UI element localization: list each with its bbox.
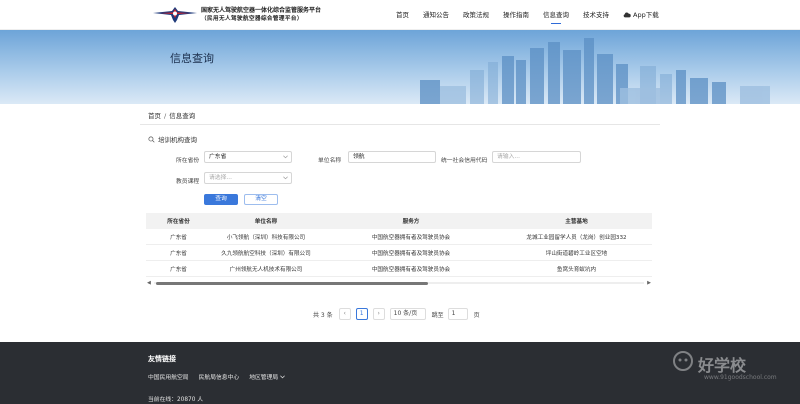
unit-input-value: 领航: [353, 154, 365, 160]
table-horizontal-scrollbar[interactable]: ◀ ▶: [146, 280, 652, 286]
total-count: 共 3 条: [313, 311, 333, 319]
section-title-text: 培训机构查询: [158, 136, 197, 144]
nav-item[interactable]: 操作指南: [503, 0, 529, 30]
footer-title: 友情链接: [148, 355, 176, 363]
table-cell: 广东省: [170, 250, 187, 257]
main-nav: 首页 通知公告 政策法规 操作指南 信息查询 技术支持 App下载: [396, 0, 673, 30]
footer-link[interactable]: 民航局信息中心: [199, 372, 240, 381]
page-banner: 信息查询: [0, 30, 800, 104]
online-count: 当前在线：20870 人: [148, 397, 204, 403]
province-select[interactable]: 广东省: [204, 151, 292, 163]
column-header-service: 服务方: [402, 219, 420, 225]
breadcrumb-current: 信息查询: [169, 112, 196, 120]
course-select-placeholder: 请选择...: [209, 175, 232, 181]
table-cell: 中国航空器拥有者及驾驶员协会: [371, 266, 451, 273]
table-cell: 鱼窝头育蚁坑内: [556, 266, 597, 273]
watermark-text: 好学校: [698, 356, 747, 375]
platform-name: 国家无人驾驶航空器一体化综合监管服务平台 （民用无人驾驶航空器综合管理平台）: [201, 7, 321, 23]
watermark-logo-icon: [673, 351, 693, 371]
table-cell: 广州领航无人机技术有限公司: [229, 266, 303, 273]
caac-logo-icon[interactable]: [152, 6, 198, 24]
watermark-url: www.91goodschool.com: [704, 374, 777, 381]
cloud-download-icon: [623, 12, 631, 18]
footer-links: 中国民用航空局 民航局信息中心 地区管理局: [148, 372, 285, 381]
table-row[interactable]: 广东省 小飞领航（深圳）科技有限公司 中国航空器拥有者及驾驶员协会 龙城工业园留…: [146, 229, 652, 245]
footer-link-dropdown[interactable]: 地区管理局: [249, 372, 285, 381]
credit-code-label: 统一社会信用代码: [441, 158, 488, 164]
table-row[interactable]: 广东省 广州领航无人机技术有限公司 中国航空器拥有者及驾驶员协会 鱼窝头育蚁坑内: [146, 261, 652, 277]
next-page-button[interactable]: ›: [372, 308, 385, 320]
page-size-value: 10 条/页: [393, 310, 418, 317]
top-header: 国家无人驾驶航空器一体化综合监管服务平台 （民用无人驾驶航空器综合管理平台） 首…: [0, 0, 800, 30]
table-cell: 坪山街道碧岭工业区空地: [545, 250, 608, 257]
divider: [140, 124, 660, 125]
chevron-down-icon: [283, 176, 288, 180]
breadcrumb-separator: /: [164, 112, 167, 120]
search-button[interactable]: 查询: [204, 194, 238, 205]
table-cell: 久九领航航空科技（深圳）有限公司: [221, 250, 311, 257]
table-cell: 中国航空器拥有者及驾驶员协会: [371, 250, 451, 257]
jump-page-input[interactable]: 1: [447, 308, 468, 320]
results-table: 所在省份 单位名称 服务方 主营基地 广东省 小飞领航（深圳）科技有限公司 中国…: [146, 213, 652, 277]
footer-link: 地区管理局: [249, 375, 279, 381]
page-unit: 页: [473, 311, 480, 319]
province-select-value: 广东省: [209, 154, 227, 160]
credit-code-placeholder: 请输入...: [497, 154, 520, 160]
column-header-unit: 单位名称: [254, 219, 278, 225]
section-title: 培训机构查询: [148, 134, 197, 144]
table-cell: 中国航空器拥有者及驾驶员协会: [371, 234, 451, 241]
table-cell: 广东省: [170, 234, 187, 241]
nav-item[interactable]: 政策法规: [463, 0, 489, 30]
clear-button[interactable]: 清空: [244, 194, 278, 205]
scroll-right-icon[interactable]: ▶: [647, 280, 651, 286]
chevron-down-icon: [280, 375, 285, 379]
province-label: 所在省份: [176, 158, 200, 164]
table-cell: 广东省: [170, 266, 187, 273]
credit-code-input[interactable]: 请输入...: [492, 151, 581, 163]
page-number-button[interactable]: 1: [355, 308, 368, 320]
chevron-down-icon: [283, 155, 288, 159]
prev-page-button[interactable]: ‹: [338, 308, 351, 320]
course-select[interactable]: 请选择...: [204, 172, 292, 184]
table-row[interactable]: 广东省 久九领航航空科技（深圳）有限公司 中国航空器拥有者及驾驶员协会 坪山街道…: [146, 245, 652, 261]
course-label: 教员课程: [176, 179, 200, 185]
app-download-link[interactable]: App下载: [623, 0, 659, 30]
nav-item[interactable]: 首页: [396, 0, 409, 30]
page-size-select[interactable]: 10 条/页: [389, 308, 426, 320]
unit-input[interactable]: 领航: [348, 151, 436, 163]
breadcrumb-home[interactable]: 首页: [148, 112, 161, 120]
city-skyline-image: [420, 38, 770, 104]
nav-item[interactable]: 技术支持: [583, 0, 609, 30]
column-header-province: 所在省份: [167, 219, 190, 225]
pagination: 共 3 条 ‹ 1 › 10 条/页 跳至 1 页: [313, 308, 480, 320]
breadcrumb: 首页 / 信息查询: [148, 110, 195, 120]
table-cell: 龙城工业园留学人员（龙岗）创业园332: [526, 234, 627, 241]
footer-link[interactable]: 中国民用航空局: [148, 372, 189, 381]
scrollbar-thumb[interactable]: [156, 281, 428, 285]
scroll-left-icon[interactable]: ◀: [147, 280, 151, 286]
nav-item[interactable]: 通知公告: [423, 0, 449, 30]
table-cell: 小飞领航（深圳）科技有限公司: [226, 234, 306, 241]
jump-label: 跳至: [431, 311, 444, 319]
table-header: 所在省份 单位名称 服务方 主营基地: [146, 213, 652, 229]
platform-name-line1: 国家无人驾驶航空器一体化综合监管服务平台: [201, 7, 322, 14]
platform-name-line2: （民用无人驾驶航空器综合管理平台）: [201, 16, 303, 22]
app-download-label: App下载: [633, 11, 659, 19]
banner-title: 信息查询: [170, 52, 214, 65]
search-icon: [148, 135, 155, 143]
column-header-base: 主营基地: [565, 219, 588, 225]
nav-item[interactable]: 信息查询: [543, 0, 569, 30]
unit-label: 单位名称: [318, 158, 342, 164]
